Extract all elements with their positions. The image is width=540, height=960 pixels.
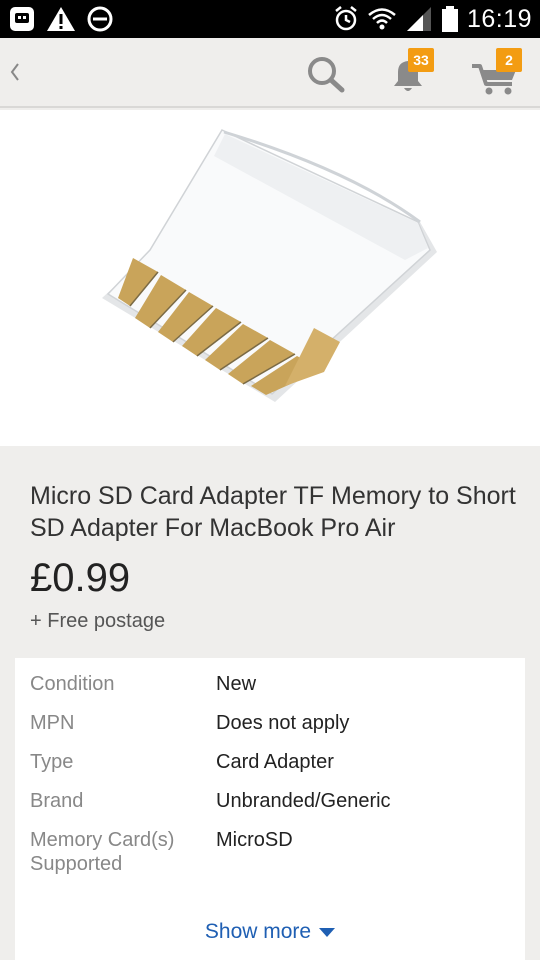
spec-value: Unbranded/Generic <box>216 790 391 812</box>
spec-value: New <box>216 673 257 695</box>
alarm-icon <box>335 6 357 31</box>
action-bar: 33 2 <box>0 38 540 108</box>
back-button[interactable] <box>4 52 26 92</box>
spec-label: Type <box>30 751 74 773</box>
spec-label: Memory Card(s) Supported <box>30 829 175 875</box>
spec-value: Does not apply <box>216 712 350 734</box>
status-left-icons <box>8 5 114 33</box>
sd-card-adapter-image <box>102 129 437 402</box>
postage-info: + Free postage <box>30 610 166 632</box>
product-title: Micro SD Card Adapter TF Memory to Short… <box>30 482 516 542</box>
product-price: £0.99 <box>30 556 131 600</box>
back-chevron-icon <box>10 63 19 81</box>
signal-icon <box>406 7 431 31</box>
item-specifics-card: Condition New MPN Does not apply Type Ca… <box>15 658 525 960</box>
show-more-button[interactable]: Show more <box>15 920 525 944</box>
spec-label: Brand <box>30 790 84 812</box>
product-image[interactable] <box>0 110 540 446</box>
clock: 16:19 <box>466 5 532 33</box>
spec-value: MicroSD <box>216 829 293 851</box>
wifi-icon <box>368 8 396 30</box>
search-icon <box>308 57 345 93</box>
notifications-button[interactable]: 33 <box>384 48 434 98</box>
spec-label: Condition <box>30 673 115 695</box>
battery-icon <box>441 6 458 32</box>
notifications-badge: 33 <box>408 48 434 72</box>
search-button[interactable] <box>302 50 350 98</box>
cart-button[interactable]: 2 <box>470 48 522 98</box>
do-not-disturb-icon <box>87 6 113 32</box>
spec-value: Card Adapter <box>216 751 334 773</box>
app-icon <box>10 7 34 31</box>
status-bar: 16:19 <box>0 0 540 38</box>
triangle-down-icon <box>319 927 336 937</box>
spec-label: MPN <box>30 712 75 734</box>
status-right-icons: 16:19 <box>333 3 532 35</box>
warning-icon <box>47 7 75 31</box>
cart-badge: 2 <box>496 48 522 72</box>
show-more-label: Show more <box>204 920 312 943</box>
